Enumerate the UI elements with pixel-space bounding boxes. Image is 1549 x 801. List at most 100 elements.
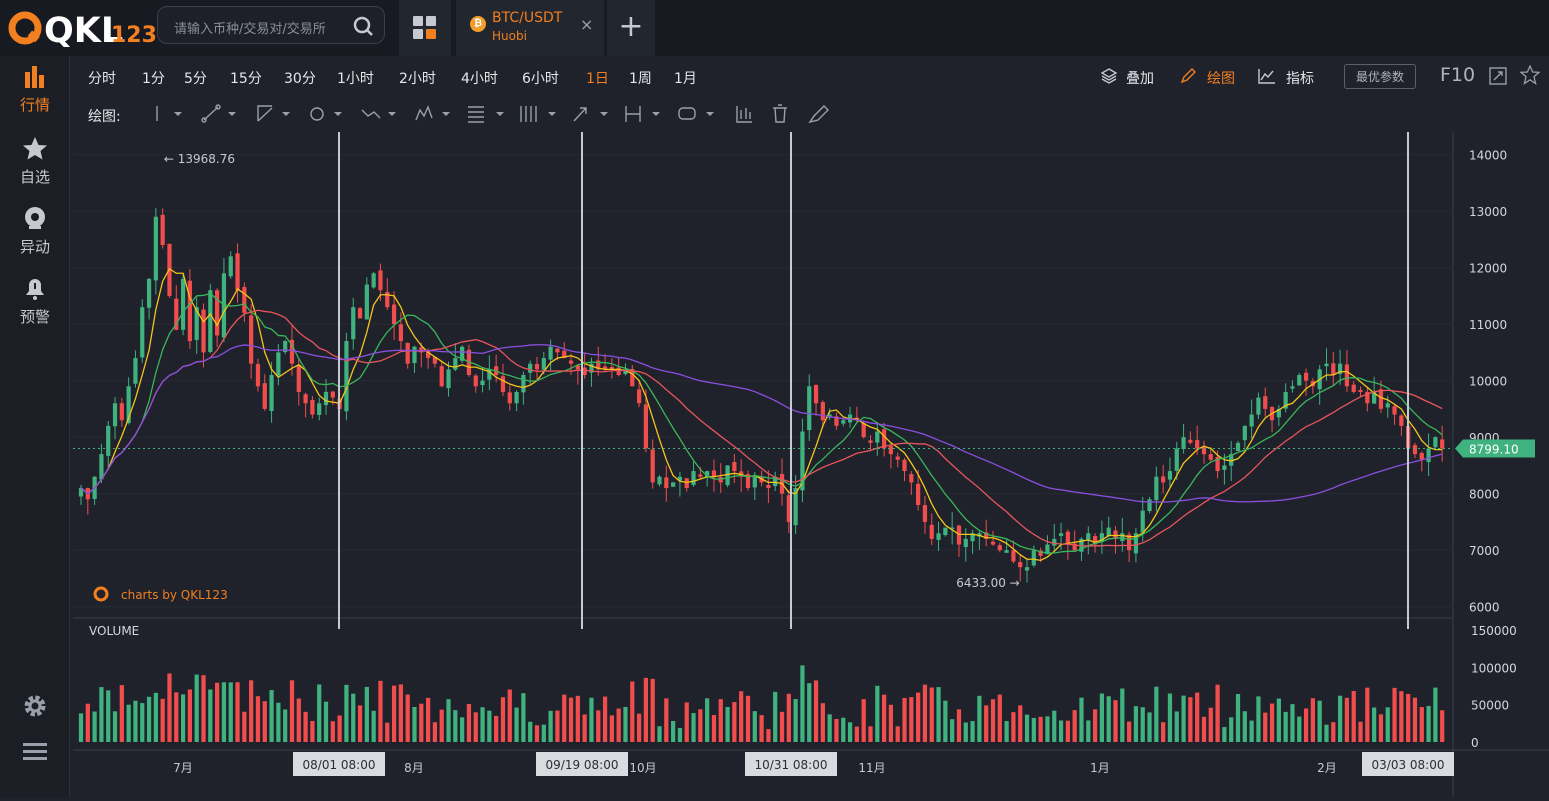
volume-bar [514,708,518,742]
f10-button[interactable]: F10 [1440,64,1475,86]
volume-bar [474,712,478,742]
sidebar-item-movers[interactable]: 异动 [0,206,70,257]
volume-bar [787,694,791,742]
interval-1[interactable]: 1分 [142,68,165,88]
candle-body [1420,453,1424,460]
volume-bar [147,697,151,742]
volume-bar [759,715,763,742]
interval-6[interactable]: 2小时 [399,68,436,88]
volume-bar [399,684,403,742]
candle-body [1250,415,1254,427]
volume-bar [494,716,498,742]
star-outline-icon[interactable] [1520,65,1540,85]
menu-icon[interactable] [22,741,48,763]
interval-5[interactable]: 1小时 [337,68,374,88]
interval-9[interactable]: 1日 [586,68,609,88]
volume-bar [1154,687,1158,742]
volume-bar [1311,698,1315,742]
period-tool-icon[interactable] [521,106,536,122]
layout-grid-button[interactable] [399,0,451,56]
candle-body [719,477,723,482]
volume-bar [569,698,573,742]
pattern-tool-icon[interactable] [416,107,432,120]
volume-bar [828,714,832,742]
bars-tool-icon[interactable] [737,106,752,122]
measure-tool-icon[interactable] [626,106,640,122]
best-params-button[interactable]: 最优参数 [1344,64,1416,89]
volume-bar [1365,688,1369,742]
candle-body [392,305,396,325]
volume-bar [99,687,103,742]
candle-body [501,376,505,392]
volume-bar [133,701,137,742]
candle-body [637,390,641,404]
volume-bar [446,699,450,742]
volume-bar [480,707,484,742]
candle-body [378,270,382,290]
angle-tool-icon[interactable] [258,106,272,121]
candle-body [875,432,879,443]
volume-bar [596,710,600,742]
interval-8[interactable]: 6小时 [522,68,559,88]
note-tool-icon[interactable] [679,108,695,119]
overlay-button[interactable]: 叠加 [1126,68,1154,88]
search-box[interactable]: 请输入币种/交易对/交易所 [157,6,385,44]
candle-body [814,385,818,403]
settings-gear-icon[interactable] [22,693,48,719]
volume-bar [1039,717,1043,742]
draw-button[interactable]: 绘图 [1207,68,1235,88]
interval-2[interactable]: 5分 [184,68,207,88]
candle-body [1005,550,1009,553]
volume-bar [657,726,661,742]
tab-btc-usdt[interactable]: ₿ BTC/USDT Huobi × [456,0,604,56]
fullscreen-icon[interactable] [1489,67,1507,85]
close-icon[interactable]: × [580,15,593,34]
candle-body [1352,385,1356,392]
circle-tool-icon[interactable] [311,108,323,120]
candle-body [140,307,144,357]
kline-chart[interactable]: 1400013000120001100010000900080007000600… [73,132,1549,797]
search-icon[interactable] [352,15,374,37]
interval-10[interactable]: 1周 [629,68,652,88]
layers-icon [1101,68,1117,84]
wave-tool-icon[interactable] [362,110,380,118]
sidebar-item-alerts[interactable]: 预警 [0,276,70,327]
sidebar-item-favorites[interactable]: 自选 [0,136,70,187]
arrow-tool-icon[interactable] [574,108,586,121]
volume-bar [1093,709,1097,742]
candle-body [1304,373,1308,381]
interval-7[interactable]: 4小时 [461,68,498,88]
volume-bar [297,699,301,742]
chart-svg[interactable]: 1400013000120001100010000900080007000600… [73,132,1549,797]
trash-icon[interactable] [773,105,787,122]
volume-bar [957,709,961,742]
crosshair-time-label: 08/01 08:00 [303,758,376,772]
price-tick-label: 14000 [1469,149,1507,163]
volume-bar [140,703,144,742]
indicators-button[interactable]: 指标 [1286,68,1314,88]
candle-body [1141,511,1145,533]
sidebar-item-market[interactable]: 行情 [0,64,70,115]
candle-body [514,392,518,403]
candle-body [161,215,165,245]
volume-bar [412,707,416,742]
volume-bar [79,713,83,742]
interval-4[interactable]: 30分 [284,68,316,88]
candle-body [909,474,913,482]
volume-bar [902,698,906,742]
candle-body [365,285,369,320]
pen-icon[interactable] [810,106,828,122]
candle-body [569,361,573,364]
add-tab-button[interactable]: + [607,0,655,56]
qkl123-logo[interactable]: QKL 123 [8,8,156,48]
interval-0[interactable]: 分时 [88,68,116,88]
volume-bar [324,702,328,742]
volume-bar [1284,712,1288,742]
fib-tool-icon[interactable] [468,107,484,122]
candle-body [412,347,416,363]
interval-3[interactable]: 15分 [230,68,262,88]
interval-11[interactable]: 1月 [674,68,697,88]
trendline-tool-icon[interactable] [204,107,218,120]
candle-body [712,470,716,476]
volume-bar [1324,725,1328,742]
